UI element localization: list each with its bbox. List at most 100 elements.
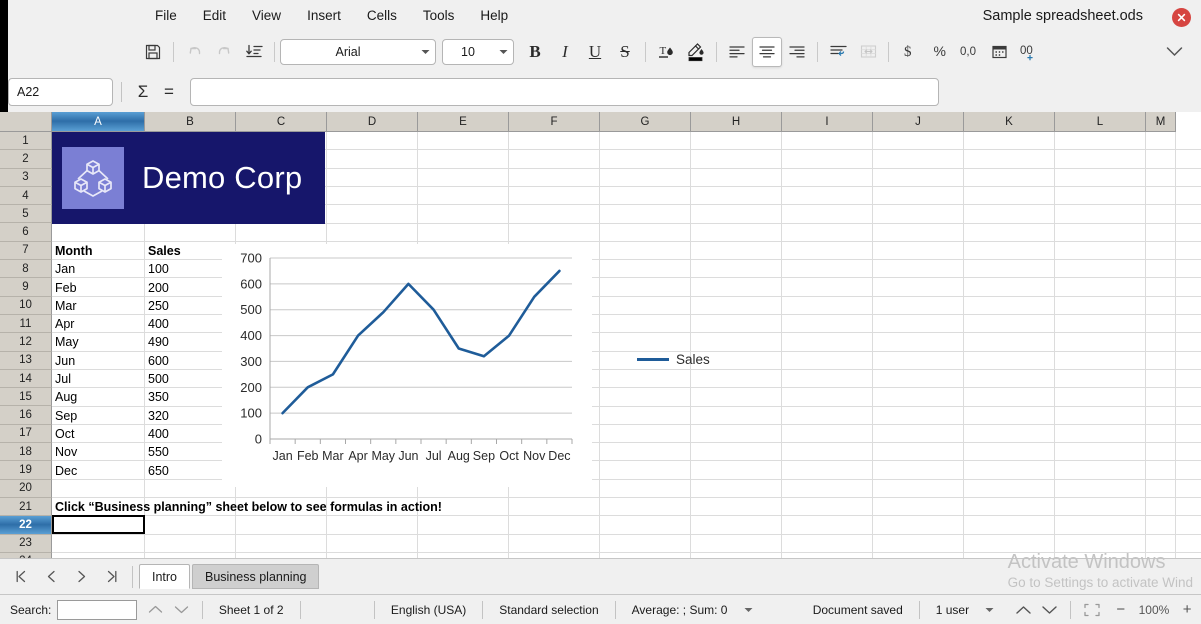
save-icon[interactable] (138, 37, 168, 67)
column-header-f[interactable]: F (509, 112, 600, 132)
row-header-1[interactable]: 1 (0, 132, 52, 151)
scroll-up-icon[interactable] (1011, 599, 1037, 621)
column-header-h[interactable]: H (691, 112, 782, 132)
cell-A12[interactable]: May (52, 333, 145, 351)
menu-item-help[interactable]: Help (467, 4, 521, 27)
cell-A21[interactable]: Click “Business planning” sheet below to… (52, 498, 552, 516)
align-right-icon[interactable] (782, 37, 812, 67)
cell-A9[interactable]: Feb (52, 278, 145, 296)
menu-item-file[interactable]: File (142, 4, 190, 27)
menu-item-view[interactable]: View (239, 4, 294, 27)
fit-page-icon[interactable] (1079, 599, 1105, 621)
number-format-icon[interactable]: 0,0 (954, 37, 984, 67)
cell-A13[interactable]: Jun (52, 352, 145, 370)
select-all-corner[interactable] (0, 112, 52, 132)
redo-icon[interactable] (209, 37, 239, 67)
row-header-9[interactable]: 9 (0, 278, 52, 297)
column-header-g[interactable]: G (600, 112, 691, 132)
row-header-22[interactable]: 22 (0, 516, 52, 535)
cell-A17[interactable]: Oct (52, 425, 145, 443)
language-status[interactable]: English (USA) (383, 603, 474, 617)
search-down-icon[interactable] (168, 599, 194, 621)
row-header-8[interactable]: 8 (0, 260, 52, 279)
font-name-combobox[interactable]: Arial (280, 38, 436, 65)
italic-button[interactable]: I (550, 37, 580, 67)
selection-mode-status[interactable]: Standard selection (491, 603, 606, 617)
zoom-out-button[interactable]: − (1111, 601, 1131, 618)
menu-item-tools[interactable]: Tools (410, 4, 468, 27)
cell-A16[interactable]: Sep (52, 407, 145, 425)
name-box[interactable]: A22 (8, 78, 113, 106)
currency-format-icon[interactable]: $ (894, 37, 924, 67)
company-logo-banner[interactable]: Demo Corp (52, 132, 325, 224)
close-icon[interactable] (1172, 8, 1191, 27)
row-header-12[interactable]: 12 (0, 333, 52, 352)
cell-A11[interactable]: Apr (52, 315, 145, 333)
row-header-20[interactable]: 20 (0, 479, 52, 498)
highlight-color-icon[interactable] (681, 37, 711, 67)
bold-button[interactable]: B (520, 37, 550, 67)
cell-A8[interactable]: Jan (52, 260, 145, 278)
toolbar-overflow-chevron-down-icon[interactable] (1159, 37, 1189, 67)
sort-ascending-icon[interactable] (239, 37, 269, 67)
sheet-tab-business-planning[interactable]: Business planning (192, 564, 320, 589)
column-header-d[interactable]: D (327, 112, 418, 132)
column-header-a[interactable]: A (52, 112, 145, 132)
column-header-l[interactable]: L (1055, 112, 1146, 132)
row-header-10[interactable]: 10 (0, 296, 52, 315)
row-header-18[interactable]: 18 (0, 443, 52, 462)
row-header-7[interactable]: 7 (0, 241, 52, 261)
row-header-17[interactable]: 17 (0, 424, 52, 444)
zoom-in-button[interactable]: + (1177, 601, 1197, 618)
row-header-21[interactable]: 21 (0, 497, 52, 517)
font-color-icon[interactable]: T (651, 37, 681, 67)
row-header-16[interactable]: 16 (0, 406, 52, 425)
undo-icon[interactable] (179, 37, 209, 67)
column-header-m[interactable]: M (1146, 112, 1176, 132)
next-sheet-icon[interactable] (66, 564, 96, 590)
merge-cells-icon[interactable] (853, 37, 883, 67)
sum-sigma-icon[interactable]: Σ (130, 79, 156, 105)
row-header-14[interactable]: 14 (0, 369, 52, 389)
equals-icon[interactable]: = (156, 79, 182, 105)
search-input[interactable] (57, 599, 137, 620)
row-header-15[interactable]: 15 (0, 388, 52, 407)
sheet-tab-intro[interactable]: Intro (139, 564, 191, 589)
row-header-2[interactable]: 2 (0, 150, 52, 169)
percent-format-icon[interactable]: % (924, 37, 954, 67)
formula-input[interactable] (190, 78, 939, 106)
align-left-icon[interactable] (722, 37, 752, 67)
row-header-4[interactable]: 4 (0, 186, 52, 206)
column-header-j[interactable]: J (873, 112, 964, 132)
column-header-b[interactable]: B (145, 112, 236, 132)
row-header-19[interactable]: 19 (0, 461, 52, 480)
strikethrough-button[interactable]: S (610, 37, 640, 67)
first-sheet-icon[interactable] (6, 564, 36, 590)
add-decimal-icon[interactable]: 00 (1014, 37, 1044, 67)
row-header-3[interactable]: 3 (0, 168, 52, 187)
row-header-11[interactable]: 11 (0, 314, 52, 334)
scroll-down-icon[interactable] (1036, 599, 1062, 621)
cell-A14[interactable]: Jul (52, 370, 145, 388)
column-header-i[interactable]: I (782, 112, 873, 132)
previous-sheet-icon[interactable] (36, 564, 66, 590)
menu-item-edit[interactable]: Edit (190, 4, 239, 27)
users-dropdown-chevron-down-icon[interactable] (977, 599, 1003, 621)
row-header-6[interactable]: 6 (0, 223, 52, 242)
menu-item-cells[interactable]: Cells (354, 4, 410, 27)
stats-dropdown-chevron-down-icon[interactable] (735, 599, 761, 621)
column-header-e[interactable]: E (418, 112, 509, 132)
cell-A19[interactable]: Dec (52, 461, 145, 479)
row-header-13[interactable]: 13 (0, 351, 52, 370)
cell-A18[interactable]: Nov (52, 443, 145, 461)
column-header-c[interactable]: C (236, 112, 327, 132)
cell-A10[interactable]: Mar (52, 297, 145, 315)
sales-line-chart[interactable]: 0 100 200 300 400 500 600 700 Jan Feb Mar Apr May Jun… (222, 243, 592, 487)
underline-button[interactable]: U (580, 37, 610, 67)
last-sheet-icon[interactable] (96, 564, 126, 590)
menu-item-insert[interactable]: Insert (294, 4, 354, 27)
cell-area[interactable]: Demo Corp Month Sales Jan 100 Feb 200 Mar 250 Apr… (52, 132, 1201, 558)
row-header-23[interactable]: 23 (0, 534, 52, 553)
active-cell-A22[interactable] (52, 515, 145, 534)
cell-A15[interactable]: Aug (52, 388, 145, 406)
